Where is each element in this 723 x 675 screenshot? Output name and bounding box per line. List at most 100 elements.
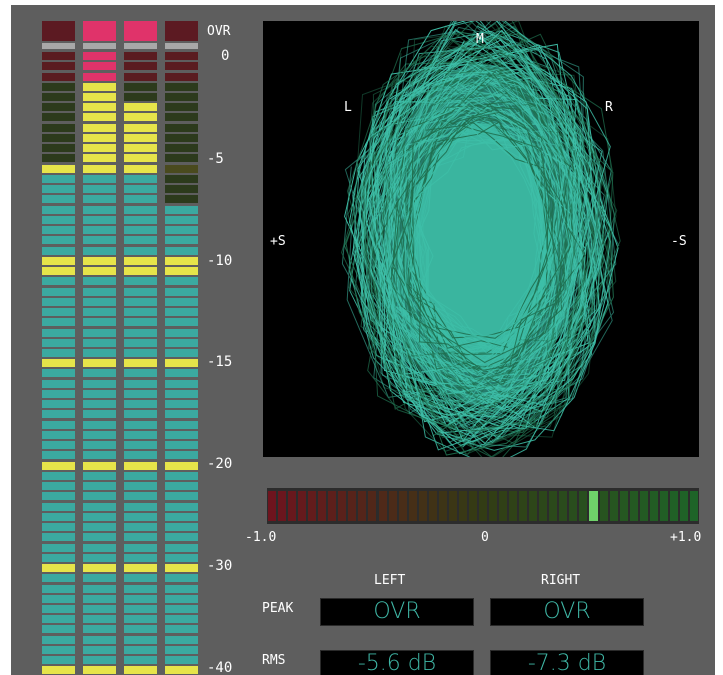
correlation-segment (539, 491, 548, 521)
meter-segment (124, 246, 157, 255)
meter-segment (42, 523, 75, 531)
ovr-divider (124, 43, 157, 49)
meter-segment (42, 93, 75, 101)
meter-segment (83, 113, 116, 122)
meter-segment (42, 625, 75, 634)
meter-segment (124, 236, 157, 245)
meter-segment (83, 359, 116, 368)
meter-segment (165, 133, 198, 142)
meter-segment (124, 656, 157, 665)
meter-segment (124, 482, 157, 491)
meter-segment (83, 52, 116, 60)
meter-segment (42, 543, 75, 552)
meter-segment (42, 82, 75, 91)
meter-segment (42, 666, 75, 675)
meter-segment (83, 461, 116, 470)
scale-label: -15 (207, 354, 233, 370)
meter-segment (165, 246, 198, 255)
meter-segment (165, 297, 198, 306)
meter-segment (83, 154, 116, 163)
meter-segment (165, 256, 198, 265)
meter-segment (83, 164, 116, 173)
meter-segment (124, 502, 157, 511)
meter-segment (124, 267, 157, 275)
meter-segment (124, 308, 157, 316)
meter-segment (165, 369, 198, 378)
meter-segment (165, 195, 198, 204)
meter-segment (83, 512, 116, 521)
meter-segment (83, 451, 116, 460)
meter-segment (165, 154, 198, 163)
meter-segment (42, 492, 75, 501)
meter-segment (124, 410, 157, 419)
correlation-segment (368, 491, 377, 521)
meter-segment (165, 113, 198, 122)
meter-segment (83, 492, 116, 501)
meter-segment (165, 174, 198, 183)
meter-segment (83, 584, 116, 593)
meter-segment (83, 256, 116, 265)
correlation-segment (448, 491, 457, 521)
correlation-segment (649, 491, 658, 521)
meter-segment (124, 287, 157, 296)
meter-segment (42, 533, 75, 542)
meter-segment (165, 185, 198, 194)
correlation-segment (358, 491, 367, 521)
meter-segment (42, 420, 75, 429)
meter-segment (165, 277, 198, 286)
scale-label: -40 (207, 660, 233, 675)
correlation-meter (267, 488, 699, 524)
meter-segment (124, 369, 157, 378)
meter-segment (83, 471, 116, 480)
meter-segment (165, 389, 198, 398)
meter-segment (42, 410, 75, 419)
meter-segment (42, 584, 75, 593)
meter-segment (83, 369, 116, 378)
meter-segment (83, 564, 116, 572)
correlation-segment (679, 491, 688, 521)
left-column-header: LEFT (374, 573, 406, 588)
meter-segment (124, 195, 157, 204)
meter-segment (165, 605, 198, 613)
meter-segment (42, 369, 75, 378)
correlation-segment (629, 491, 638, 521)
meter-segment (42, 635, 75, 644)
ovr-divider (83, 43, 116, 49)
correlation-segment (619, 491, 628, 521)
meter-segment (165, 441, 198, 450)
meter-segment (83, 318, 116, 327)
meter-segment (83, 103, 116, 112)
meter-segment (124, 564, 157, 572)
meter-segment (165, 553, 198, 562)
meter-segment (42, 645, 75, 654)
meter-segment (124, 359, 157, 368)
meter-segment (165, 564, 198, 572)
meter-segment (42, 615, 75, 624)
correlation-segment (418, 491, 427, 521)
meter-segment (42, 574, 75, 583)
gonio-label-plus-s: +S (270, 234, 286, 249)
correlation-segment (659, 491, 668, 521)
correlation-segment (569, 491, 578, 521)
meter-segment (124, 82, 157, 91)
meter-segment (124, 226, 157, 235)
meter-segment (42, 287, 75, 296)
meter-segment (42, 226, 75, 235)
meter-segment (165, 62, 198, 71)
meter-segment (83, 328, 116, 337)
meter-segment (83, 625, 116, 634)
meter-segment (165, 410, 198, 419)
meter-segment (165, 359, 198, 368)
meter-segment (42, 482, 75, 491)
meter-segment (42, 154, 75, 163)
meter-segment (42, 113, 75, 122)
meter-segment (83, 287, 116, 296)
meter-segment (42, 605, 75, 613)
meter-segment (42, 328, 75, 337)
correlation-segment (388, 491, 397, 521)
meter-segment (83, 133, 116, 142)
meter-segment (124, 625, 157, 634)
correlation-segment (398, 491, 407, 521)
meter-segment (42, 564, 75, 572)
meter-segment (42, 72, 75, 81)
